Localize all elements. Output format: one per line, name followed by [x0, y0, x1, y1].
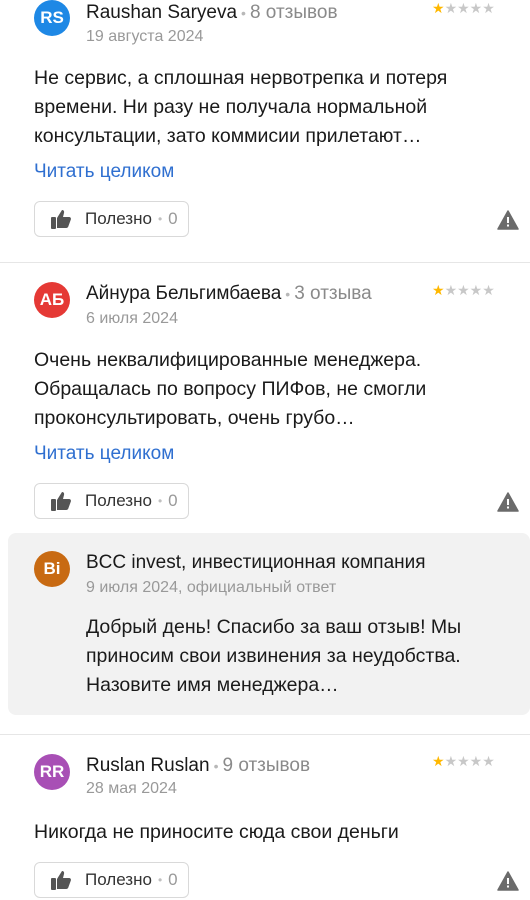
avatar[interactable]: АБ [34, 282, 70, 318]
rating-stars: ★★★★★ [432, 753, 495, 770]
answer-text: Добрый день! Спасибо за ваш отзыв! Мы пр… [86, 616, 462, 696]
helpful-count: 0 [168, 209, 178, 228]
read-more-link[interactable]: Читать целиком [34, 443, 174, 465]
separator-dot: • [285, 286, 291, 302]
author-name[interactable]: Ruslan Ruslan [86, 755, 210, 776]
rating-stars: ★★★★★ [432, 0, 495, 17]
avatar[interactable]: RR [34, 754, 70, 790]
author-line: Айнура Бельгимбаева • 3 отзыва [86, 283, 372, 305]
company-avatar[interactable]: Bi [34, 551, 70, 587]
helpful-button[interactable]: Полезно • 0 [34, 862, 189, 898]
thumbs-up-icon [51, 492, 71, 511]
star-icon: ★ [432, 282, 445, 298]
separator-dot: • [157, 873, 163, 887]
helpful-count: 0 [168, 870, 178, 889]
review-date: 6 июля 2024 [86, 310, 178, 327]
answer-date: 9 июля 2024, официальный ответ [86, 579, 337, 596]
helpful-button[interactable]: Полезно • 0 [34, 483, 189, 519]
separator-dot: • [213, 758, 219, 774]
author-review-count[interactable]: 8 отзывов [250, 2, 338, 23]
thumbs-up-icon [51, 871, 71, 890]
helpful-label: Полезно [85, 491, 152, 510]
separator-dot: • [241, 5, 246, 21]
author-line: Ruslan Ruslan • 9 отзывов [86, 755, 310, 777]
separator-dot: • [157, 212, 163, 226]
review-card: RR Ruslan Ruslan • 9 отзывов ★★★★★ 28 мая … [0, 735, 530, 900]
warning-icon[interactable] [497, 871, 519, 891]
review-date: 28 мая 2024 [86, 780, 177, 797]
helpful-label: Полезно [85, 209, 152, 228]
rating-stars: ★★★★★ [432, 282, 495, 299]
helpful-button[interactable]: Полезно • 0 [34, 201, 189, 237]
review-date: 19 августа 2024 [86, 28, 204, 45]
thumbs-up-icon [51, 210, 71, 229]
author-name[interactable]: Айнура Бельгимбаева [86, 283, 281, 304]
warning-icon[interactable] [497, 210, 519, 230]
helpful-label: Полезно [85, 870, 152, 889]
star-icon: ★ [432, 0, 445, 16]
review-text: Очень неквалифицированные менеджера. Обр… [34, 349, 427, 429]
official-answer: Bi BCC invest, инвестиционная компания 9… [8, 533, 530, 715]
review-card: АБ Айнура Бельгимбаева • 3 отзыва ★★★★★ 6 … [0, 263, 530, 733]
author-review-count[interactable]: 9 отзывов [222, 755, 310, 776]
author-line: Raushan Saryeva • 8 отзывов [86, 2, 338, 24]
helpful-count: 0 [168, 491, 178, 510]
author-review-count[interactable]: 3 отзыва [294, 283, 372, 304]
review-text: Никогда не приносите сюда свои деньги [34, 821, 399, 843]
separator-dot: • [157, 494, 163, 508]
review-text: Не сервис, а сплошная нервотрепка и поте… [34, 67, 448, 147]
star-icon: ★ [432, 753, 445, 769]
company-name[interactable]: BCC invest, инвестиционная компания [86, 552, 426, 573]
review-card: RS Raushan Saryeva • 8 отзывов ★★★★★ 19 ав… [0, 0, 530, 262]
author-name[interactable]: Raushan Saryeva [86, 2, 237, 23]
read-more-link[interactable]: Читать целиком [34, 161, 174, 183]
star-icon: ★★★★ [444, 753, 495, 769]
company-name-line: BCC invest, инвестиционная компания [86, 552, 426, 574]
star-icon: ★★★★ [444, 282, 495, 298]
avatar[interactable]: RS [34, 0, 70, 36]
star-icon: ★★★★ [444, 0, 495, 16]
warning-icon[interactable] [497, 492, 519, 512]
